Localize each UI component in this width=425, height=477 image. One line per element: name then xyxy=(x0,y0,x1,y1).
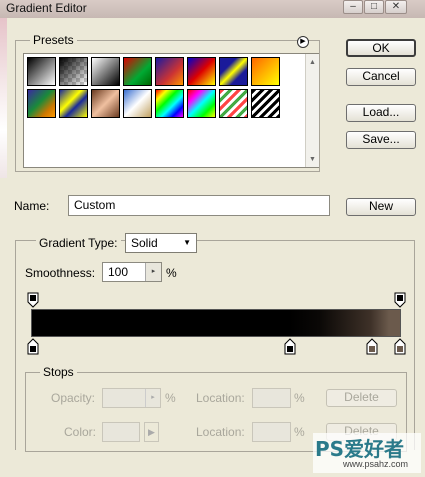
preset-swatch[interactable] xyxy=(27,57,56,86)
preset-swatch[interactable] xyxy=(219,89,248,118)
preset-swatch[interactable] xyxy=(123,89,152,118)
name-label: Name: xyxy=(14,199,50,213)
window-title: Gradient Editor xyxy=(6,1,87,15)
opacity-stop-right-icon[interactable] xyxy=(394,292,406,308)
watermark-url: www.psahz.com xyxy=(343,459,409,469)
color-menu-icon[interactable]: ▶ xyxy=(144,422,159,442)
opacity-delete-button[interactable]: Delete xyxy=(326,389,397,407)
color-swatch-input[interactable] xyxy=(102,422,140,442)
preset-swatch[interactable] xyxy=(155,57,184,86)
opacity-location-label: Location: xyxy=(196,391,245,405)
gradient-type-select[interactable]: Solid ▼ xyxy=(125,233,197,253)
opacity-unit: % xyxy=(165,391,176,405)
opacity-stop-left-icon[interactable] xyxy=(27,292,39,308)
color-location-label: Location: xyxy=(196,425,245,439)
presets-scrollbar[interactable]: ▲ ▼ xyxy=(305,54,319,167)
cancel-button[interactable]: Cancel xyxy=(346,68,416,86)
preset-swatch[interactable] xyxy=(251,89,280,118)
watermark: PS爱好者 www.psahz.com xyxy=(313,433,421,473)
smoothness-stepper-icon[interactable]: ▸ xyxy=(145,263,161,281)
preset-swatch[interactable] xyxy=(59,57,88,86)
opacity-location-unit: % xyxy=(294,391,305,405)
preset-swatch[interactable] xyxy=(91,89,120,118)
preset-swatch[interactable] xyxy=(91,57,120,86)
scroll-down-icon[interactable]: ▼ xyxy=(309,156,316,163)
color-stop-icon[interactable] xyxy=(394,338,406,355)
color-stop-icon[interactable] xyxy=(284,338,296,355)
preset-swatch[interactable] xyxy=(123,57,152,86)
watermark-text: PS爱好者 xyxy=(315,437,405,461)
color-stop-icon[interactable] xyxy=(366,338,378,355)
color-location-input[interactable] xyxy=(252,422,291,442)
opacity-input[interactable]: ▸ xyxy=(102,388,161,408)
preset-swatch[interactable] xyxy=(59,89,88,118)
presets-menu-icon[interactable]: ▶ xyxy=(297,36,309,48)
opacity-location-input[interactable] xyxy=(252,388,291,408)
gradient-preview-bar[interactable] xyxy=(31,309,401,337)
background-window-edge xyxy=(0,18,7,178)
smoothness-label: Smoothness: xyxy=(25,266,96,280)
minimize-icon[interactable]: – xyxy=(343,0,363,14)
color-label: Color: xyxy=(64,425,97,439)
presets-list: ▲ ▼ xyxy=(23,53,319,168)
close-icon[interactable]: ✕ xyxy=(385,0,407,14)
chevron-down-icon: ▼ xyxy=(183,238,191,247)
smoothness-input[interactable]: 100 ▸ xyxy=(102,262,162,282)
ok-button[interactable]: OK xyxy=(346,39,416,57)
maximize-icon[interactable]: □ xyxy=(364,0,384,14)
color-stop-icon[interactable] xyxy=(27,338,39,355)
preset-swatch[interactable] xyxy=(219,57,248,86)
new-button[interactable]: New xyxy=(346,198,416,216)
stops-label: Stops xyxy=(40,365,77,379)
preset-swatch[interactable] xyxy=(27,89,56,118)
preset-swatch[interactable] xyxy=(251,57,280,86)
name-input[interactable]: Custom xyxy=(68,195,330,216)
presets-label: Presets xyxy=(30,33,77,47)
smoothness-value: 100 xyxy=(108,265,129,279)
load-button[interactable]: Load... xyxy=(346,104,416,122)
smoothness-unit: % xyxy=(166,266,177,280)
opacity-stepper-icon[interactable]: ▸ xyxy=(145,389,160,407)
opacity-label: Opacity: xyxy=(51,391,96,405)
color-location-unit: % xyxy=(294,425,305,439)
save-button[interactable]: Save... xyxy=(346,131,416,149)
gradient-type-value: Solid xyxy=(131,236,158,250)
preset-swatch[interactable] xyxy=(187,57,216,86)
scroll-up-icon[interactable]: ▲ xyxy=(309,59,316,66)
gradient-type-label: Gradient Type: xyxy=(36,236,121,250)
preset-swatch[interactable] xyxy=(155,89,184,118)
title-bar: Gradient Editor – □ ✕ xyxy=(0,0,425,18)
preset-swatch[interactable] xyxy=(187,89,216,118)
